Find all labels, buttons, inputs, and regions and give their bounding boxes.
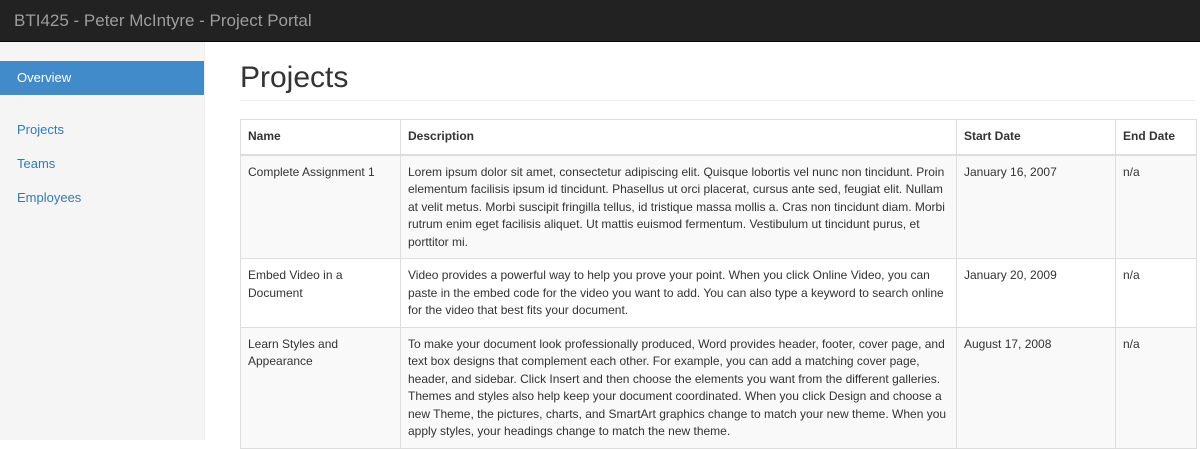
cell-start-date: January 20, 2009 xyxy=(956,258,1116,328)
sidebar-item-overview[interactable]: Overview xyxy=(0,61,204,95)
cell-name: Complete Assignment 1 xyxy=(240,154,401,259)
cell-start-date: August 17, 2008 xyxy=(956,326,1116,449)
table-header-row: Name Description Start Date End Date xyxy=(240,119,1197,156)
sidebar-item-teams[interactable]: Teams xyxy=(0,154,204,174)
cell-name: Embed Video in a Document xyxy=(240,258,401,328)
page-title: Projects xyxy=(240,61,349,94)
table-row: Learn Styles and Appearance To make your… xyxy=(240,326,1197,449)
cell-name: Learn Styles and Appearance xyxy=(240,326,401,449)
column-header-start-date: Start Date xyxy=(956,119,1116,156)
column-header-name: Name xyxy=(240,119,401,156)
app-brand-link[interactable]: BTI425 - Peter McIntyre - Project Portal xyxy=(14,11,312,31)
cell-end-date: n/a xyxy=(1115,326,1197,449)
top-navbar: BTI425 - Peter McIntyre - Project Portal xyxy=(0,0,1200,42)
column-header-description: Description xyxy=(400,119,957,156)
projects-table: Name Description Start Date End Date Com… xyxy=(240,119,1197,449)
cell-end-date: n/a xyxy=(1115,258,1197,328)
column-header-end-date: End Date xyxy=(1115,119,1197,156)
sidebar: Overview Projects Teams Employees xyxy=(0,42,205,440)
title-divider xyxy=(240,100,1196,101)
cell-description: To make your document look professionall… xyxy=(400,326,957,449)
table-row: Complete Assignment 1 Lorem ipsum dolor … xyxy=(240,154,1197,259)
cell-end-date: n/a xyxy=(1115,154,1197,259)
cell-start-date: January 16, 2007 xyxy=(956,154,1116,259)
cell-description: Lorem ipsum dolor sit amet, consectetur … xyxy=(400,154,957,259)
sidebar-item-projects[interactable]: Projects xyxy=(0,120,204,140)
sidebar-item-employees[interactable]: Employees xyxy=(0,188,204,208)
table-row: Embed Video in a Document Video provides… xyxy=(240,258,1197,328)
cell-description: Video provides a powerful way to help yo… xyxy=(400,258,957,328)
